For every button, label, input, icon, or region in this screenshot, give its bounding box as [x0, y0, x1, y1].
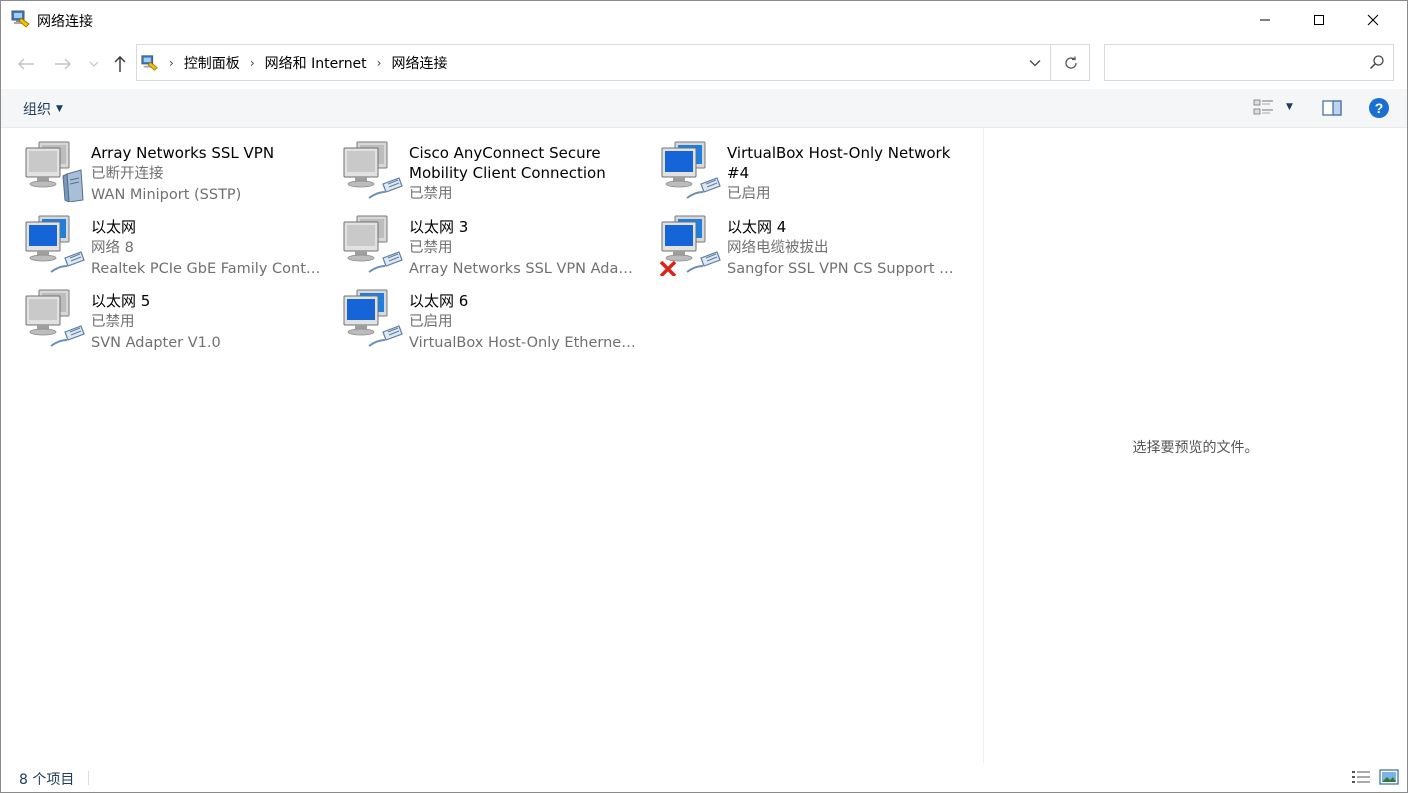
connection-item[interactable]: 以太网 3 已禁用 Array Networks SSL VPN Adap...	[319, 205, 641, 277]
refresh-button[interactable]	[1050, 45, 1090, 80]
item-count: 8 个项目	[19, 772, 75, 788]
breadcrumb-network-connections[interactable]: 网络连接	[391, 53, 447, 73]
preview-pane: 选择要预览的文件。	[984, 128, 1407, 763]
details-view-icon[interactable]	[1351, 769, 1371, 785]
large-icons-view-icon[interactable]	[1379, 769, 1399, 785]
window-title: 网络连接	[37, 14, 93, 30]
connection-item[interactable]: Array Networks SSL VPN 已断开连接 WAN Miniport …	[1, 131, 319, 203]
chevron-right-icon[interactable]: ›	[169, 56, 174, 70]
connection-item[interactable]: 以太网 5 已禁用 SVN Adapter V1.0	[1, 279, 319, 351]
connection-name: 以太网 6	[409, 292, 469, 310]
connection-device: VirtualBox Host-Only Ethernet ...	[409, 335, 641, 351]
connection-device: Realtek PCIe GbE Family Contr...	[91, 261, 323, 277]
back-button[interactable]	[15, 53, 37, 75]
preview-pane-icon[interactable]	[1322, 99, 1342, 117]
connection-item[interactable]: 以太网 4 网络电缆被拔出 Sangfor SSL VPN CS Support S…	[637, 205, 959, 278]
chevron-right-icon[interactable]: ›	[377, 56, 382, 70]
connection-item[interactable]: 以太网网络 8 Realtek PCIe GbE Family Contr...	[1, 205, 323, 277]
organize-menu-button[interactable]: 组织 ▼	[23, 99, 63, 119]
connection-name: VirtualBox Host-Only Network #4	[727, 144, 951, 182]
maximize-icon	[1314, 15, 1324, 25]
minimize-icon	[1260, 19, 1270, 21]
search-icon[interactable]	[1369, 54, 1385, 70]
title-bar: 网络连接	[1, 1, 1407, 39]
chevron-down-icon	[1029, 59, 1041, 66]
network-adapter-icon	[341, 140, 403, 202]
network-adapter-icon	[659, 214, 721, 278]
network-adapter-icon	[23, 214, 85, 276]
view-options-caret-icon[interactable]: ▼	[1286, 102, 1293, 112]
connection-status: 网络 8	[91, 240, 134, 256]
status-divider	[88, 771, 89, 785]
breadcrumb: › 控制面板 › 网络和 Internet › 网络连接	[167, 45, 447, 80]
connection-item[interactable]: VirtualBox Host-Only Network #4 已启用	[637, 131, 955, 202]
up-button[interactable]	[109, 53, 131, 75]
connection-name: 以太网	[91, 218, 137, 236]
vpn-connection-icon	[23, 140, 85, 203]
arrow-up-icon	[114, 56, 126, 72]
navigation-bar: › 控制面板 › 网络和 Internet › 网络连接	[1, 39, 1407, 87]
connection-name: Array Networks SSL VPN	[91, 144, 275, 162]
connection-status: 已断开连接	[91, 166, 164, 182]
arrow-right-icon	[55, 58, 71, 70]
connection-item[interactable]: Cisco AnyConnect Secure Mobility Client …	[319, 131, 637, 202]
help-icon[interactable]: ?	[1368, 97, 1390, 119]
chevron-right-icon[interactable]: ›	[250, 56, 255, 70]
connection-name: 以太网 5	[91, 292, 151, 310]
connection-status: 已禁用	[91, 314, 135, 330]
connection-device: SVN Adapter V1.0	[91, 335, 221, 351]
arrow-left-icon	[18, 58, 34, 70]
connection-name: 以太网 4	[727, 218, 787, 236]
organize-label: 组织	[23, 102, 51, 118]
explorer-window: 网络连接 › 控制面板 › 网络和 Internet › 网络连接 组织 ▼ ▼…	[0, 0, 1408, 793]
forward-button[interactable]	[52, 53, 74, 75]
connection-device: WAN Miniport (SSTP)	[91, 187, 242, 203]
connection-name: Cisco AnyConnect Secure Mobility Client …	[409, 144, 606, 182]
breadcrumb-network-internet[interactable]: 网络和 Internet	[265, 53, 367, 73]
connection-device: Sangfor SSL VPN CS Support S...	[727, 261, 959, 277]
change-view-icon[interactable]	[1253, 98, 1275, 118]
command-bar: 组织 ▼ ▼ ?	[1, 89, 1407, 128]
connection-status: 已禁用	[409, 240, 453, 256]
connection-item[interactable]: 以太网 6 已启用 VirtualBox Host-Only Ethernet ..…	[319, 279, 641, 351]
svg-text:?: ?	[1375, 100, 1384, 116]
address-history-button[interactable]	[1020, 45, 1050, 80]
connection-status: 网络电缆被拔出	[727, 240, 829, 256]
file-list: Array Networks SSL VPN 已断开连接 WAN Miniport …	[1, 128, 983, 763]
maximize-button[interactable]	[1296, 1, 1342, 39]
search-input[interactable]	[1104, 44, 1394, 81]
network-adapter-icon	[341, 214, 403, 276]
close-icon	[1367, 14, 1379, 26]
connection-status: 已启用	[409, 314, 453, 330]
caret-down-icon: ▼	[56, 104, 63, 114]
error-x-icon	[659, 260, 677, 278]
minimize-button[interactable]	[1242, 1, 1288, 39]
connection-status: 已启用	[727, 186, 771, 202]
network-adapter-icon	[341, 288, 403, 350]
preview-message: 选择要预览的文件。	[1132, 440, 1259, 456]
breadcrumb-control-panel[interactable]: 控制面板	[184, 53, 240, 73]
network-adapter-icon	[659, 140, 721, 202]
network-connections-icon	[11, 10, 30, 28]
connection-device: Array Networks SSL VPN Adap...	[409, 261, 641, 277]
connection-name: 以太网 3	[409, 218, 469, 236]
chevron-down-icon	[89, 61, 99, 67]
close-button[interactable]	[1350, 1, 1396, 39]
refresh-icon	[1064, 56, 1077, 69]
network-connections-icon	[141, 55, 158, 71]
recent-locations-button[interactable]	[84, 53, 104, 75]
status-bar: 8 个项目	[1, 763, 1407, 792]
address-bar[interactable]: › 控制面板 › 网络和 Internet › 网络连接	[136, 44, 1090, 81]
network-adapter-icon	[23, 288, 85, 350]
connection-status: 已禁用	[409, 186, 453, 202]
